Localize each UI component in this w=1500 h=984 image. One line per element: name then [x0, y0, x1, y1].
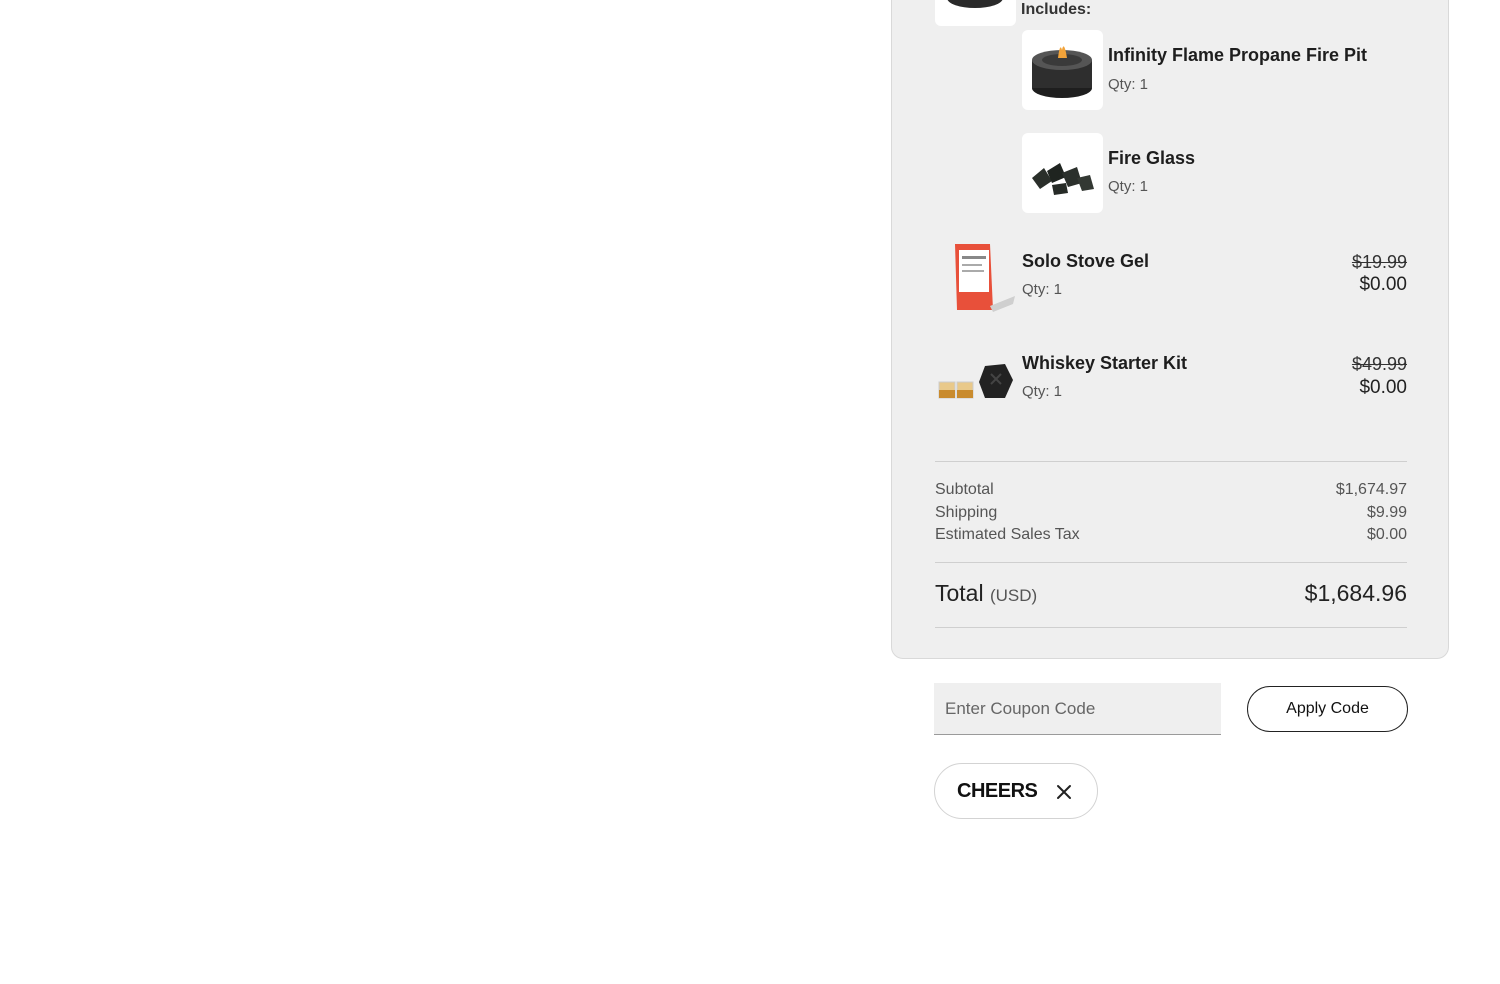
total-divider [935, 562, 1407, 563]
apply-code-button[interactable]: Apply Code [1247, 686, 1408, 732]
sale-price: $0.00 [1359, 377, 1407, 398]
tax-label: Estimated Sales Tax [935, 526, 1080, 543]
cart-item-name: Solo Stove Gel [1022, 251, 1150, 271]
included-item-qty: Qty: 1 [1108, 76, 1149, 93]
cart-item-qty: Qty: 1 [1022, 281, 1063, 298]
included-item-qty: Qty: 1 [1108, 178, 1149, 195]
fire-pit-bundle-thumbnail [935, 0, 1016, 26]
included-item-name: Fire Glass [1108, 148, 1196, 168]
total-label: Total (USD) [935, 580, 1037, 607]
summary-divider [935, 461, 1407, 462]
included-item-name: Infinity Flame Propane Fire Pit [1108, 45, 1368, 65]
shipping-value: $9.99 [1366, 504, 1407, 521]
original-price: $19.99 [1351, 252, 1407, 272]
cart-item-name: Whiskey Starter Kit [1022, 353, 1188, 373]
shipping-label: Shipping [935, 504, 998, 521]
total-currency: (USD) [989, 586, 1038, 605]
applied-coupon-code: CHEERS [957, 780, 1038, 802]
original-price: $49.99 [1351, 354, 1407, 374]
applied-coupon-chip: CHEERS [934, 763, 1098, 819]
whiskey-kit-icon [935, 340, 1016, 420]
gel-pack-icon [935, 236, 1016, 316]
subtotal-label: Subtotal [935, 481, 994, 498]
cart-item-qty: Qty: 1 [1022, 383, 1063, 400]
fire-pit-icon [1022, 30, 1103, 110]
total-bottom-divider [935, 627, 1407, 628]
close-icon[interactable] [1053, 781, 1075, 803]
total-text: Total [935, 580, 984, 606]
tax-value: $0.00 [1366, 526, 1407, 543]
subtotal-value: $1,674.97 [1335, 481, 1407, 498]
fire-glass-icon [1022, 133, 1103, 213]
sale-price: $0.00 [1359, 274, 1407, 295]
order-summary-panel [891, 0, 1449, 659]
includes-label: Includes: [1021, 1, 1092, 18]
total-value: $1,684.96 [1304, 580, 1407, 606]
coupon-code-input[interactable] [934, 683, 1221, 735]
